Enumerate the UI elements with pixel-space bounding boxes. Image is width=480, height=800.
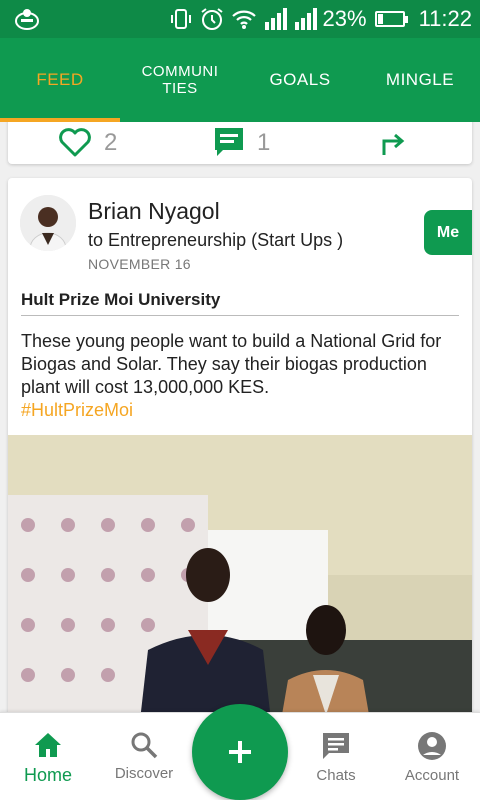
- plus-icon: [229, 741, 251, 763]
- account-icon: [418, 732, 446, 760]
- nav-account-label: Account: [404, 767, 460, 784]
- wifi-icon: [231, 10, 256, 29]
- like-button[interactable]: 2: [58, 128, 117, 158]
- alarm-icon: [200, 8, 223, 30]
- battery-icon: [374, 11, 408, 27]
- status-bar: 23% 11:22: [0, 0, 480, 38]
- create-post-button[interactable]: [192, 704, 288, 800]
- app-logo-icon: [15, 9, 39, 30]
- search-icon: [131, 732, 158, 759]
- signal-icon: [294, 8, 317, 30]
- tab-bar: FEED COMMUNI TIES GOALS MINGLE: [0, 38, 480, 122]
- post-author[interactable]: Brian Nyagol: [88, 198, 220, 225]
- heart-icon: [59, 128, 91, 157]
- avatar[interactable]: [20, 195, 76, 251]
- battery-percent: 23%: [322, 6, 367, 31]
- post-body: These young people want to build a Natio…: [21, 330, 452, 422]
- post-photo[interactable]: [8, 435, 472, 712]
- post-community[interactable]: to Entrepreneurship (Start Ups ): [88, 230, 343, 251]
- post-actions: 2 1: [8, 122, 472, 164]
- home-icon: [35, 733, 61, 757]
- comment-count: 1: [257, 129, 271, 156]
- hashtag-link[interactable]: #HultPrizeMoi: [21, 400, 133, 420]
- post-card: 2 1: [8, 122, 472, 164]
- nav-discover-label: Discover: [114, 765, 174, 782]
- nav-account[interactable]: Account: [384, 713, 480, 800]
- feed-list[interactable]: 2 1 Brian Nyagol to Entrepreneurship (St…: [0, 122, 480, 712]
- like-count: 2: [104, 129, 118, 156]
- signal-icon: [264, 8, 287, 30]
- share-icon: [382, 133, 405, 155]
- comment-icon: [215, 128, 243, 156]
- chat-icon: [323, 733, 349, 759]
- post-text: These young people want to build a Natio…: [21, 331, 442, 397]
- vibrate-icon: [170, 9, 191, 29]
- nav-discover[interactable]: Discover: [96, 713, 192, 800]
- clock: 11:22: [418, 6, 472, 31]
- divider: [21, 315, 459, 316]
- comment-button[interactable]: 1: [213, 128, 270, 158]
- me-button[interactable]: Me: [424, 210, 472, 255]
- post-title: Hult Prize Moi University: [21, 290, 221, 309]
- nav-home[interactable]: Home: [0, 713, 96, 800]
- tab-feed[interactable]: FEED: [0, 38, 120, 122]
- nav-home-label: Home: [23, 765, 72, 785]
- tab-mingle[interactable]: MINGLE: [360, 38, 480, 122]
- tab-communities[interactable]: COMMUNI TIES: [120, 38, 240, 122]
- tab-goals[interactable]: GOALS: [240, 38, 360, 122]
- nav-chats-label: Chats: [316, 767, 356, 784]
- post-card[interactable]: Brian Nyagol to Entrepreneurship (Start …: [8, 178, 472, 712]
- post-date: NOVEMBER 16: [88, 256, 191, 272]
- share-button[interactable]: [380, 129, 408, 157]
- nav-chats[interactable]: Chats: [288, 713, 384, 800]
